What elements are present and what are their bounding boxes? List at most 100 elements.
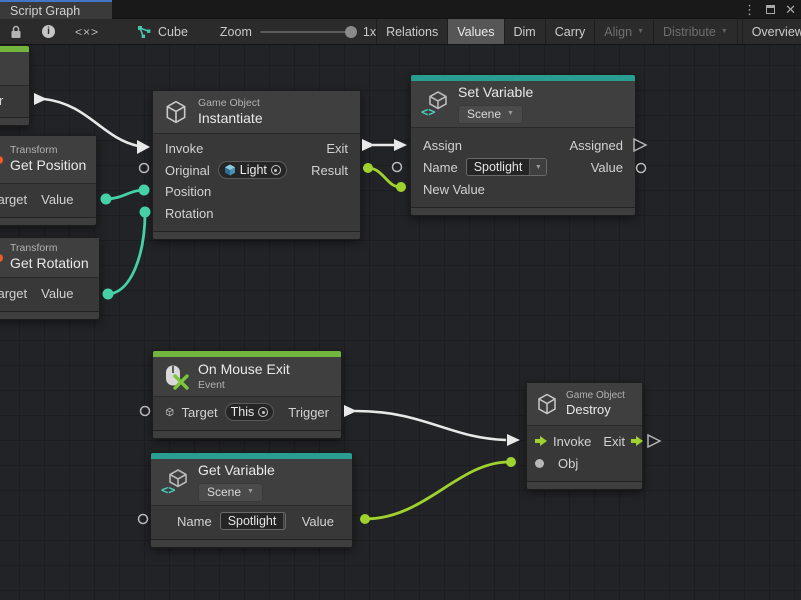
variable-kind-dropdown[interactable]: Scene ▼ [458,105,523,124]
variable-kind-dropdown[interactable]: Scene ▼ [198,483,263,502]
object-field-value: This [231,405,255,419]
assign-port-label: Assign [423,138,462,153]
name-port-label: Name [423,160,458,175]
node-footer [151,539,352,547]
tab-title: Script Graph [10,4,80,18]
result-port-label: Result [311,163,348,178]
node-category: Transform [10,144,86,157]
node-footer [153,430,341,438]
relations-button[interactable]: Relations [377,19,448,44]
object-field-light[interactable]: Light [218,161,287,179]
lock-button[interactable] [0,19,32,44]
wire-getposition-value-to-instantiate-position[interactable] [101,185,150,205]
variable-name-value: Spotlight [467,160,530,174]
new-value-port-label: New Value [423,182,485,197]
node-destroy[interactable]: Game Object Destroy Invoke Exit Obj [526,382,643,490]
node-set-variable[interactable]: <> Set Variable Scene ▼ Assign Assigned [410,74,636,216]
svg-text:<>: <> [421,105,435,118]
tab-strip: Script Graph ⋮ ✕ [0,0,801,19]
chevron-down-icon: ▼ [721,28,728,35]
object-field-this[interactable]: This [225,403,275,421]
port-setvariable-name[interactable] [393,163,402,172]
svg-text:<>: <> [161,483,175,496]
node-title: Set Variable [458,84,533,102]
values-button[interactable]: Values [448,19,504,44]
exit-port-label: Exit [326,141,348,156]
target-port-label: Target [0,286,27,301]
node-title: Get Position [10,157,86,175]
chevron-down-icon: ▼ [284,518,285,525]
port-instantiate-original[interactable] [140,164,149,173]
node-footer [0,311,99,319]
zoom-slider[interactable] [260,31,355,33]
info-icon: i [42,25,55,38]
transform-icon [0,156,3,164]
port-getvariable-name[interactable] [139,515,148,524]
variable-kind-value: Scene [467,107,501,122]
target-port-label: Target [182,405,218,420]
graph-toolbar: i <×> Cube Zoom 1x Relations [0,19,801,45]
variable-icon: <> [161,468,189,496]
wire-mouseexit-trigger-to-destroy-invoke[interactable] [344,405,520,446]
chevron-down-icon: ▼ [637,28,644,35]
node-get-variable[interactable]: <> Get Variable Scene ▼ Name Spotlight ▼ [150,452,353,548]
object-field-value: Light [240,163,267,177]
value-port-label: Value [41,286,73,301]
node-hidden-event[interactable]: r [0,45,30,126]
toolbar-buttons: Relations Values Dim Carry Align ▼ Distr… [376,19,801,44]
graph-reference[interactable]: Cube [127,19,198,44]
node-footer [527,481,642,489]
assigned-port-label: Assigned [570,138,623,153]
wire-getvariable-value-to-destroy-obj[interactable] [360,457,516,524]
carry-button[interactable]: Carry [546,19,596,44]
align-button[interactable]: Align ▼ [595,19,654,44]
distribute-label: Distribute [663,25,716,39]
dim-button[interactable]: Dim [505,19,546,44]
align-label: Align [604,25,632,39]
graph-canvas[interactable]: r Transform Get Position Target Value [0,45,801,600]
trigger-label-fragment: r [0,93,3,108]
flow-arrow-icon [535,436,547,446]
menu-icon[interactable]: ⋮ [743,3,756,16]
variable-name-dropdown[interactable]: Spotlight ▼ [466,158,548,176]
wire-instantiate-result-to-setvariable-newvalue[interactable] [363,163,406,192]
code-icon: <×> [75,25,99,39]
lock-icon [10,25,22,39]
script-graph-window: Script Graph ⋮ ✕ i <×> [0,0,801,600]
cube-icon [165,405,175,419]
info-button[interactable]: i [32,19,65,44]
node-title: Destroy [566,402,625,418]
port-mouseexit-target[interactable] [141,407,150,416]
distribute-button[interactable]: Distribute ▼ [654,19,738,44]
tab-script-graph[interactable]: Script Graph [0,0,112,19]
zoom-value: 1x [363,25,376,39]
variable-name-value: Spotlight [221,514,284,528]
code-view-button[interactable]: <×> [65,19,109,44]
port-destroy-exit[interactable] [648,435,660,447]
wire-instantiate-exit-to-setvariable-assign[interactable] [362,139,407,151]
maximize-icon[interactable] [766,3,775,16]
window-controls: ⋮ ✕ [743,0,796,19]
obj-port-label: Obj [558,456,578,471]
cube-icon [163,99,189,125]
game-object-icon [224,164,236,176]
object-picker-icon[interactable] [258,407,268,417]
overview-button[interactable]: Overview [742,19,801,44]
node-get-rotation[interactable]: Transform Get Rotation Target Value [0,237,100,320]
port-setvariable-value[interactable] [637,164,646,173]
object-picker-icon[interactable] [271,165,281,175]
overview-label: Overview [752,25,801,39]
node-on-mouse-exit[interactable]: On Mouse Exit Event Target This Trigger [152,350,342,439]
variable-name-dropdown[interactable]: Spotlight ▼ [220,512,286,530]
rotation-port-label: Rotation [165,206,213,221]
zoom-slider-handle[interactable] [345,26,357,38]
close-icon[interactable]: ✕ [785,3,796,16]
node-get-position[interactable]: Transform Get Position Target Value [0,135,97,226]
node-instantiate[interactable]: Game Object Instantiate Invoke Exit Orig… [152,90,361,240]
value-port-label: Value [302,514,334,529]
chevron-down-icon: ▼ [507,110,514,119]
value-port-label: Value [41,192,73,207]
node-category: Transform [10,242,89,255]
wire-getrotation-value-to-instantiate-rotation[interactable] [103,207,151,300]
invoke-port-label: Invoke [553,434,591,449]
